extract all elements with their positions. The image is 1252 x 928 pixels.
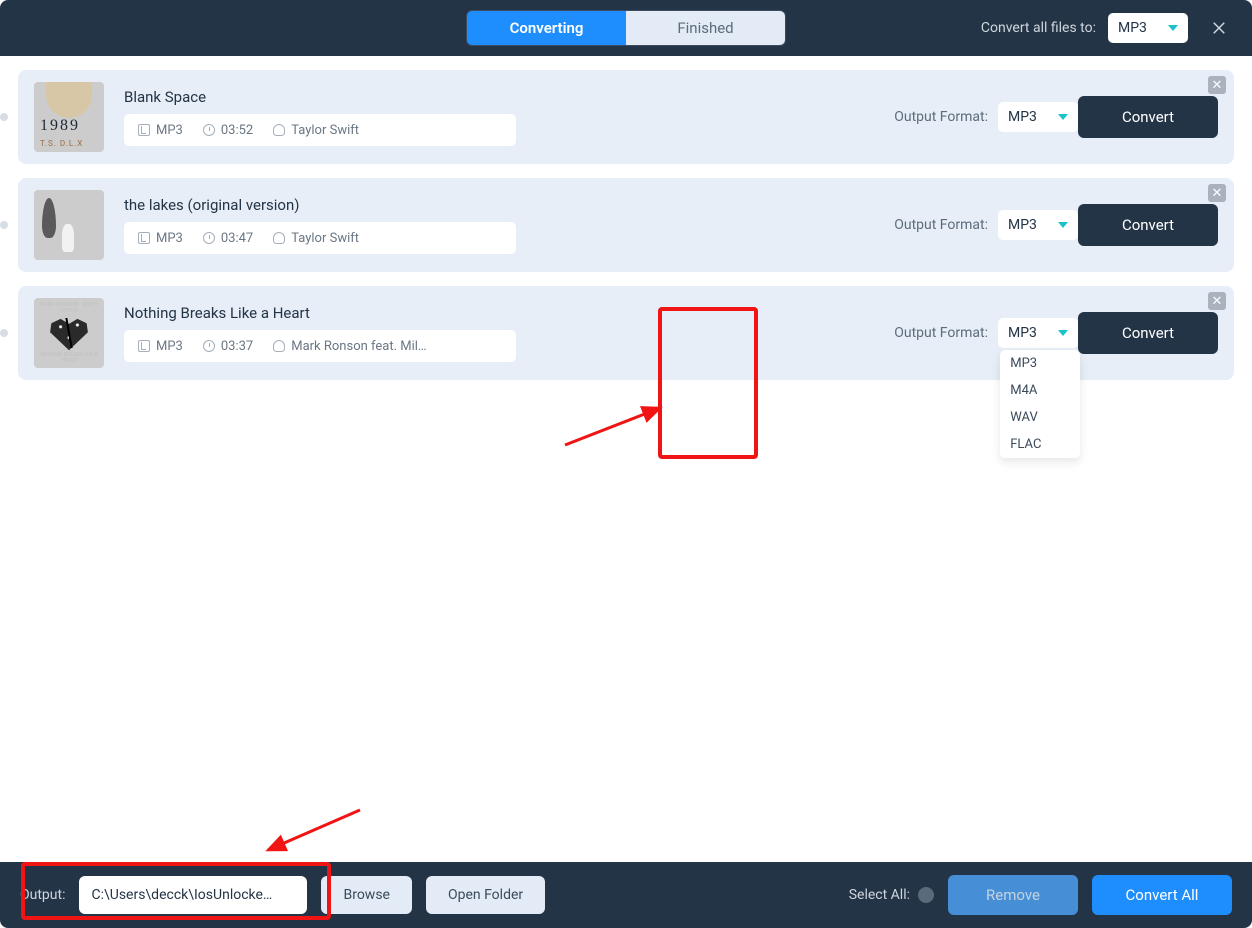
global-format-value: MP3 [1118,20,1147,36]
track-info: Blank Space MP3 03:52 Taylor Swift [124,88,874,146]
track-row: the lakes (original version) MP3 03:47 T… [18,178,1234,272]
track-row: 1989T.S. D.L.X Blank Space MP3 03:52 Tay… [18,70,1234,164]
track-artist: Taylor Swift [291,231,359,246]
output-format-group: Output Format: MP3 [894,102,1078,132]
app-window: Converting Finished Convert all files to… [0,0,1252,928]
album-art [34,190,104,260]
convert-all-button[interactable]: Convert All [1092,875,1232,915]
album-art: 1989T.S. D.L.X [34,82,104,152]
convert-all-to-label: Convert all files to: [981,20,1096,36]
track-duration: 03:47 [221,231,253,246]
browse-button[interactable]: Browse [321,876,411,914]
select-all-toggle[interactable] [918,887,934,903]
remove-row-button[interactable]: ✕ [1208,76,1226,94]
track-meta: MP3 03:37 Mark Ronson feat. Mil… [124,330,516,362]
album-art: MARK RONSON MILEY CYRUS NOTHING BREAKS L… [34,298,104,368]
track-info: Nothing Breaks Like a Heart MP3 03:37 Ma… [124,304,874,362]
output-format-label: Output Format: [894,325,988,341]
row-bullet [0,221,8,229]
output-path-field[interactable]: C:\Users\decck\IosUnlocke… [79,876,307,914]
global-format-select[interactable]: MP3 [1108,13,1188,43]
output-format-select[interactable]: MP3 [998,318,1078,348]
track-meta: MP3 03:47 Taylor Swift [124,222,516,254]
clock-icon [203,124,215,136]
open-folder-button[interactable]: Open Folder [426,876,545,914]
music-icon [138,232,150,244]
output-format-select[interactable]: MP3 [998,210,1078,240]
music-icon [138,124,150,136]
tab-converting[interactable]: Converting [467,11,626,45]
topbar-right: Convert all files to: MP3 [981,13,1232,43]
chevron-down-icon [1058,330,1068,336]
output-format-label: Output Format: [894,217,988,233]
track-format: MP3 [156,231,183,246]
track-meta: MP3 03:52 Taylor Swift [124,114,516,146]
track-title: Blank Space [124,88,874,106]
close-button[interactable] [1206,15,1232,41]
chevron-down-icon [1058,222,1068,228]
output-format-group: Output Format: MP3 MP3 M4A WAV FLAC [894,318,1078,348]
track-duration: 03:52 [221,123,253,138]
output-format-label: Output Format: [894,109,988,125]
track-format: MP3 [156,123,183,138]
track-format: MP3 [156,339,183,354]
output-format-value: MP3 [1008,325,1037,341]
remove-row-button[interactable]: ✕ [1208,292,1226,310]
select-all-label: Select All: [849,887,910,903]
music-icon [138,340,150,352]
track-row: MARK RONSON MILEY CYRUS NOTHING BREAKS L… [18,286,1234,380]
output-label: Output: [20,887,65,903]
top-tabs: Converting Finished [466,10,786,46]
track-title: the lakes (original version) [124,196,874,214]
row-bullet [0,113,8,121]
remove-row-button[interactable]: ✕ [1208,184,1226,202]
conversion-list: 1989T.S. D.L.X Blank Space MP3 03:52 Tay… [0,56,1252,862]
track-artist: Taylor Swift [291,123,359,138]
artist-icon [273,232,285,244]
track-title: Nothing Breaks Like a Heart [124,304,874,322]
format-option[interactable]: FLAC [1000,431,1080,458]
format-option[interactable]: WAV [1000,404,1080,431]
format-option[interactable]: M4A [1000,377,1080,404]
artist-icon [273,340,285,352]
chevron-down-icon [1168,25,1178,31]
clock-icon [203,340,215,352]
track-artist: Mark Ronson feat. Mil… [291,339,426,354]
format-option[interactable]: MP3 [1000,350,1080,377]
remove-button[interactable]: Remove [948,875,1078,915]
select-all-group: Select All: [849,887,934,903]
convert-button[interactable]: Convert [1078,312,1218,354]
convert-button[interactable]: Convert [1078,204,1218,246]
row-bullet [0,329,8,337]
output-format-value: MP3 [1008,217,1037,233]
topbar: Converting Finished Convert all files to… [0,0,1252,56]
clock-icon [203,232,215,244]
chevron-down-icon [1058,114,1068,120]
track-info: the lakes (original version) MP3 03:47 T… [124,196,874,254]
bottombar: Output: C:\Users\decck\IosUnlocke… Brows… [0,862,1252,928]
output-format-select[interactable]: MP3 [998,102,1078,132]
output-format-group: Output Format: MP3 [894,210,1078,240]
output-format-value: MP3 [1008,109,1037,125]
artist-icon [273,124,285,136]
tab-finished[interactable]: Finished [626,11,785,45]
convert-button[interactable]: Convert [1078,96,1218,138]
format-dropdown: MP3 M4A WAV FLAC [1000,350,1080,458]
track-duration: 03:37 [221,339,253,354]
